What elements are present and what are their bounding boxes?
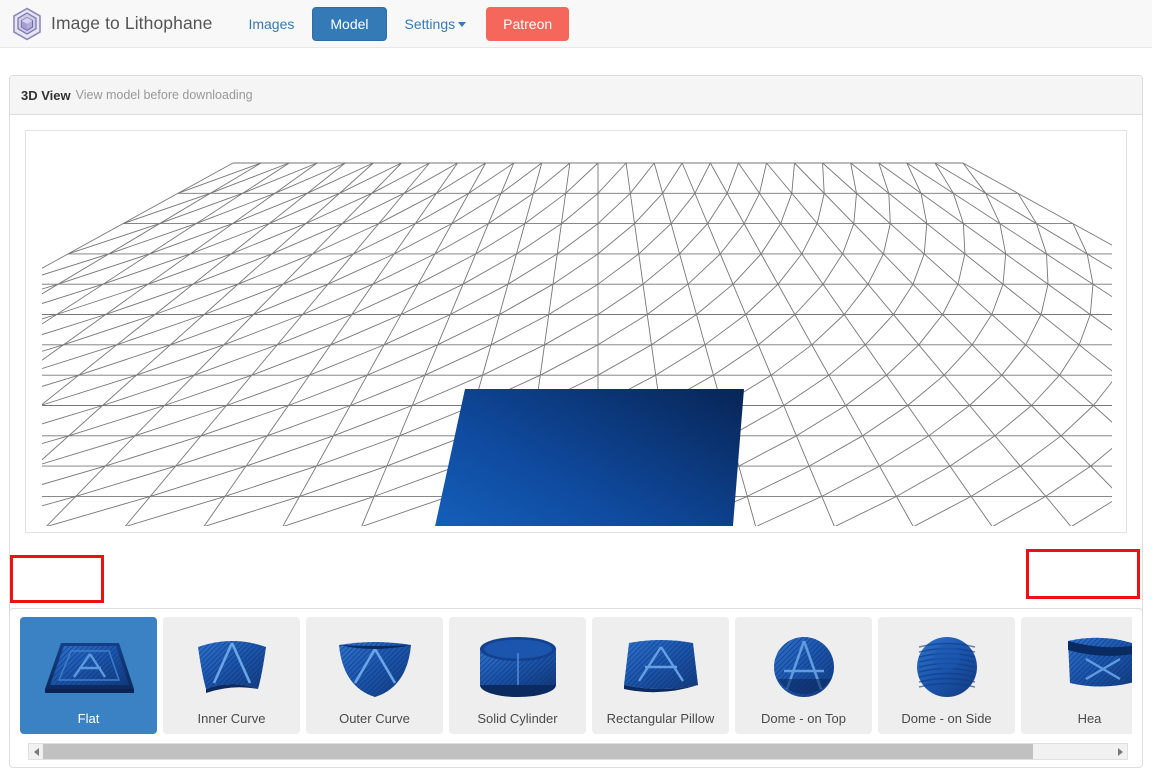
thumbnail-label: Flat	[77, 711, 100, 726]
patreon-button[interactable]: Patreon	[486, 6, 570, 41]
thumbnail-dome-on-side-preview-icon	[878, 617, 1015, 711]
3d-view-panel: 3D View View model before downloading	[9, 75, 1143, 686]
nav-links: Images Model Settings Patreon	[236, 0, 570, 47]
thumbnail-label: Inner Curve	[197, 711, 266, 726]
scrollbar-track[interactable]	[43, 744, 1113, 759]
thumbnail-label: Dome - on Side	[901, 711, 992, 726]
brand-title: Image to Lithophane	[51, 13, 213, 33]
flat-lithophane-plate	[435, 389, 744, 526]
thumbnail-inner-curve[interactable]: Inner Curve	[163, 617, 300, 734]
thumbnail-outer-curve-preview-icon	[306, 617, 443, 711]
thumbnail-label: Outer Curve	[339, 711, 410, 726]
chevron-right-icon[interactable]	[1113, 744, 1127, 759]
thumbnail-inner-curve-preview-icon	[163, 617, 300, 711]
thumbnail-label: Hea	[1077, 711, 1102, 726]
thumbnail-heart-clipped-preview-icon	[1021, 617, 1132, 711]
model-shape-gallery: Flat Inner Curve Outer Curve Solid Cylinder…	[9, 608, 1143, 768]
chevron-left-icon[interactable]	[29, 744, 43, 759]
thumbnail-horizontal-scrollbar[interactable]	[28, 743, 1128, 760]
thumbnail-strip[interactable]: Flat Inner Curve Outer Curve Solid Cylinder…	[20, 617, 1132, 737]
panel-subtitle: View model before downloading	[75, 88, 253, 102]
nav-link-settings-label: Settings	[404, 15, 456, 32]
panel-heading: 3D View View model before downloading	[10, 76, 1142, 115]
thumbnail-outer-curve[interactable]: Outer Curve	[306, 617, 443, 734]
thumbnail-dome-on-top-preview-icon	[735, 617, 872, 711]
scrollbar-thumb[interactable]	[43, 744, 1033, 759]
thumbnail-solid-cylinder[interactable]: Solid Cylinder	[449, 617, 586, 734]
nav-link-model[interactable]: Model	[312, 6, 387, 41]
thumbnail-dome-on-top[interactable]: Dome - on Top	[735, 617, 872, 734]
thumbnail-dome-on-side[interactable]: Dome - on Side	[878, 617, 1015, 734]
thumbnail-flat[interactable]: Flat	[20, 617, 157, 734]
3d-viewport[interactable]	[25, 130, 1127, 533]
chevron-down-icon	[458, 21, 467, 27]
nav-link-images[interactable]: Images	[236, 10, 306, 38]
thumbnail-solid-cylinder-preview-icon	[449, 617, 586, 711]
thumbnail-flat-preview-icon	[20, 617, 157, 711]
thumbnail-label: Rectangular Pillow	[606, 711, 715, 726]
thumbnail-label: Dome - on Top	[760, 711, 847, 726]
nav-link-settings[interactable]: Settings	[393, 10, 479, 38]
3d-canvas[interactable]	[42, 145, 1112, 526]
top-navbar: Image to Lithophane Images Model Setting…	[0, 0, 1152, 48]
hexagon-cube-logo-icon	[12, 7, 42, 41]
brand[interactable]: Image to Lithophane	[12, 7, 212, 41]
thumbnail-rectangular-pillow[interactable]: Rectangular Pillow	[592, 617, 729, 734]
panel-body	[10, 115, 1142, 600]
thumbnail-label: Solid Cylinder	[477, 711, 558, 726]
panel-title: 3D View	[21, 87, 71, 103]
thumbnail-heart-clipped[interactable]: Hea	[1021, 617, 1132, 734]
thumbnail-rectangular-pillow-preview-icon	[592, 617, 729, 711]
